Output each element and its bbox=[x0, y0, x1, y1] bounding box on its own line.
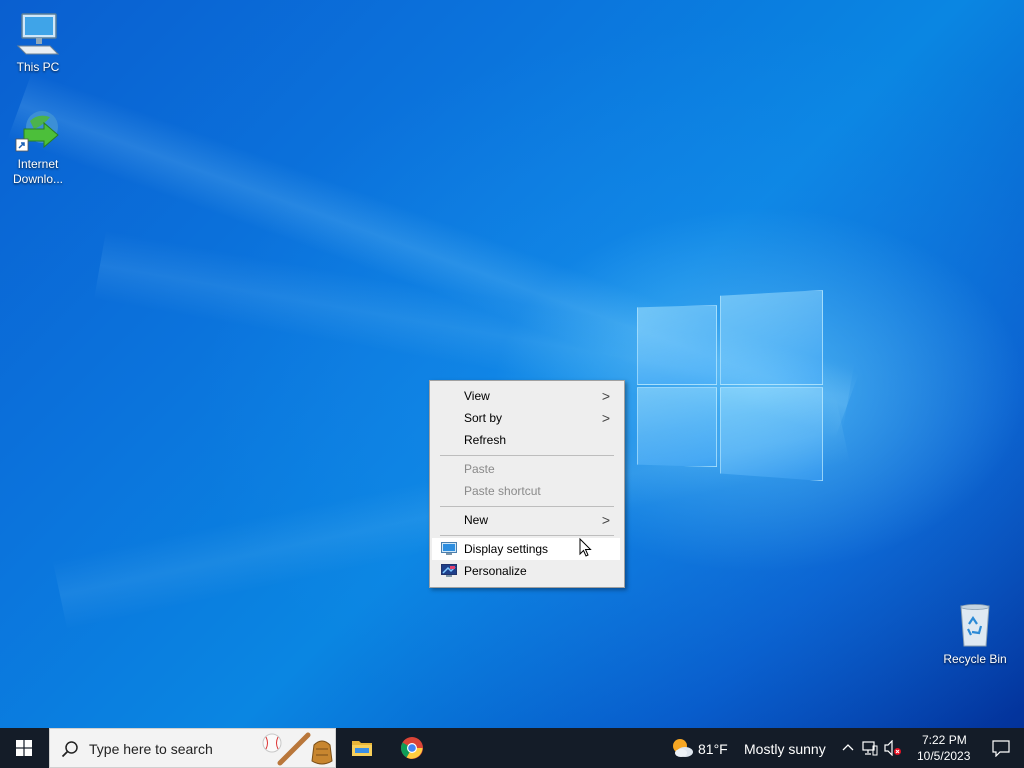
menu-item-sort-by[interactable]: Sort by > bbox=[432, 407, 620, 429]
desktop-icon-this-pc[interactable]: This PC bbox=[0, 10, 76, 75]
chevron-right-icon: > bbox=[601, 512, 610, 528]
search-input[interactable]: Type here to search bbox=[89, 741, 213, 757]
mouse-cursor-icon bbox=[579, 538, 592, 557]
display-settings-icon bbox=[441, 542, 457, 555]
chevron-right-icon: > bbox=[601, 410, 610, 426]
menu-item-paste-shortcut: Paste shortcut bbox=[432, 480, 620, 502]
desktop[interactable]: This PC Internet Downlo... Recycle Bin V… bbox=[0, 0, 1024, 728]
menu-item-label: Paste shortcut bbox=[464, 484, 541, 498]
menu-item-label: Paste bbox=[464, 462, 495, 476]
folder-icon bbox=[352, 741, 372, 756]
start-button[interactable] bbox=[0, 728, 48, 768]
desktop-icon-label: Recycle Bin bbox=[943, 652, 1007, 666]
menu-separator bbox=[440, 506, 614, 507]
desktop-icon-label: Downlo... bbox=[12, 172, 64, 186]
menu-item-label: Refresh bbox=[464, 433, 507, 447]
menu-item-new[interactable]: New > bbox=[432, 509, 620, 531]
chrome-icon bbox=[401, 737, 423, 759]
recycle-bin-icon bbox=[951, 602, 999, 650]
internet-download-manager-icon bbox=[14, 107, 62, 155]
weather-temperature: 81°F bbox=[698, 741, 728, 757]
computer-icon bbox=[14, 10, 62, 58]
taskbar-chrome[interactable] bbox=[388, 728, 436, 768]
clock[interactable]: 7:22 PM 10/5/2023 bbox=[916, 728, 978, 768]
baseball-highlight-icon bbox=[262, 732, 333, 766]
search-icon bbox=[61, 741, 78, 758]
clock-date: 10/5/2023 bbox=[917, 749, 971, 763]
chevron-up-icon[interactable] bbox=[842, 742, 854, 754]
system-tray: 81°F Mostly sunny 7:22 PM 10/5/2023 bbox=[654, 728, 1024, 768]
personalize-icon bbox=[441, 564, 457, 577]
chevron-right-icon: > bbox=[601, 388, 610, 404]
desktop-icon-internet-download-manager[interactable]: Internet Downlo... bbox=[0, 107, 76, 187]
menu-item-refresh[interactable]: Refresh bbox=[432, 429, 620, 451]
menu-item-label: New bbox=[464, 513, 489, 527]
menu-item-label: Personalize bbox=[464, 564, 527, 578]
desktop-icon-label: Internet bbox=[17, 157, 59, 171]
desktop-icon-label: This PC bbox=[16, 60, 60, 74]
volume-muted-icon[interactable] bbox=[884, 740, 902, 756]
menu-item-label: Sort by bbox=[464, 411, 503, 425]
menu-item-paste: Paste bbox=[432, 458, 620, 480]
windows-start-icon bbox=[16, 740, 32, 756]
menu-separator bbox=[440, 535, 614, 536]
clock-time: 7:22 PM bbox=[922, 733, 967, 747]
menu-item-label: View bbox=[464, 389, 490, 403]
network-icon[interactable] bbox=[862, 740, 878, 756]
weather-widget[interactable]: 81°F Mostly sunny bbox=[666, 728, 826, 768]
search-box[interactable]: Type here to search bbox=[49, 728, 336, 768]
menu-separator bbox=[440, 455, 614, 456]
notifications-icon[interactable] bbox=[992, 740, 1010, 757]
taskbar-file-explorer[interactable] bbox=[338, 728, 386, 768]
desktop-context-menu: View > Sort by > Refresh Paste Paste sho… bbox=[429, 380, 625, 588]
partly-sunny-icon bbox=[673, 739, 693, 757]
menu-item-label: Display settings bbox=[464, 542, 549, 556]
taskbar: Type here to search 81°F Mostly sunny 7:… bbox=[0, 728, 1024, 768]
desktop-icon-recycle-bin[interactable]: Recycle Bin bbox=[937, 602, 1013, 667]
menu-item-personalize[interactable]: Personalize bbox=[432, 560, 620, 582]
weather-condition: Mostly sunny bbox=[744, 741, 826, 757]
menu-item-view[interactable]: View > bbox=[432, 385, 620, 407]
